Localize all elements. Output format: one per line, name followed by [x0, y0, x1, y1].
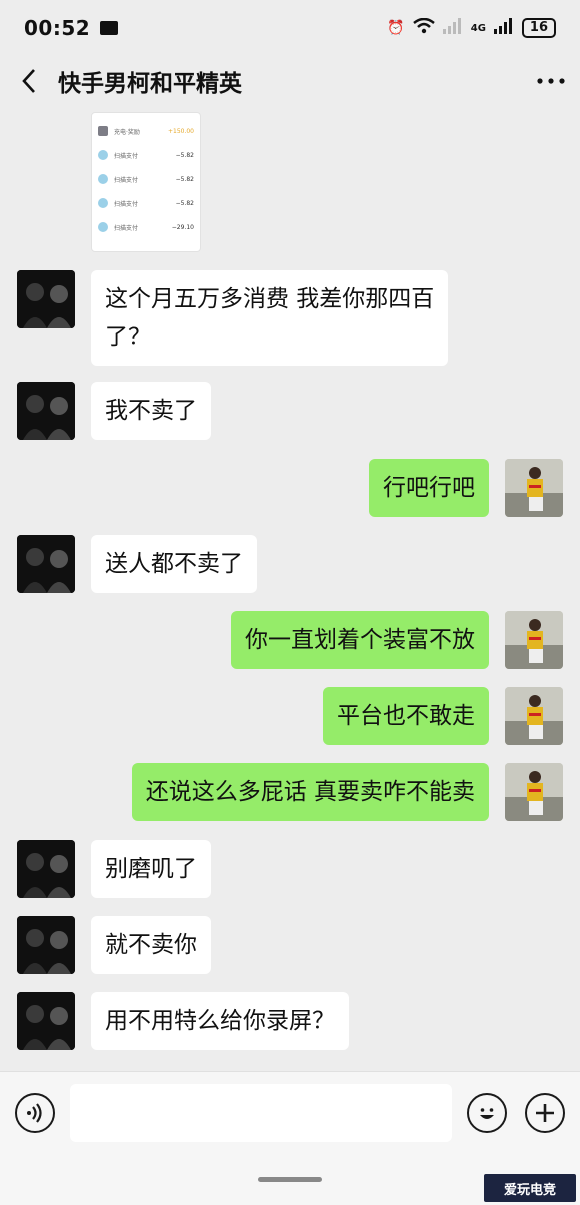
thumbnail-row-amount: +150.00	[167, 127, 194, 135]
message-bubble-received[interactable]: 就不卖你	[91, 916, 211, 974]
message-row: 送人都不卖了	[0, 535, 580, 593]
plus-icon	[536, 1104, 554, 1122]
thumbnail-row: 充电·奖励 +150.00	[98, 119, 194, 143]
thumbnail-row-label: 扫描支付	[114, 200, 139, 208]
payment-icon	[98, 222, 108, 232]
contact-avatar[interactable]	[17, 840, 75, 898]
payment-icon	[98, 198, 108, 208]
voice-icon	[27, 1103, 42, 1123]
message-bubble-received[interactable]: 这个月五万多消费 我差你那四百 了？	[91, 270, 449, 366]
chat-header: 快手男柯和平精英	[0, 56, 580, 106]
message-bubble-sent[interactable]: 行吧行吧	[369, 459, 489, 517]
message-row: 平台也不敢走	[0, 687, 580, 745]
payment-icon	[98, 150, 108, 160]
contact-avatar[interactable]	[17, 916, 75, 974]
thumbnail-row: 扫描支付 −29.10	[98, 215, 194, 239]
payment-icon	[98, 174, 108, 184]
message-bubble-received[interactable]: 送人都不卖了	[91, 535, 257, 593]
status-icons: ⏰ 4G 16	[387, 17, 556, 38]
contact-avatar[interactable]	[17, 270, 75, 328]
image-message-thumbnail[interactable]: 充电·奖励 +150.00 扫描支付 −5.82 扫描支付 −5.82 扫描支付…	[91, 112, 201, 252]
message-row: 用不用特么给你录屏？	[0, 992, 580, 1050]
thumbnail-row: 扫描支付 −5.82	[98, 167, 194, 191]
my-avatar[interactable]	[505, 611, 563, 669]
alarm-icon: ⏰	[387, 20, 405, 36]
thumbnail-row-amount: −5.82	[175, 199, 194, 207]
thumbnail-row-label: 扫描支付	[114, 176, 139, 184]
more-options-button[interactable]	[522, 56, 580, 106]
emoji-button[interactable]	[467, 1093, 507, 1133]
contact-avatar[interactable]	[17, 382, 75, 440]
message-row: 行吧行吧	[0, 459, 580, 517]
thumbnail-row: 扫描支付 −5.82	[98, 143, 194, 167]
message-bubble-received[interactable]: 我不卖了	[91, 382, 211, 440]
emoji-icon	[480, 1108, 494, 1119]
merchant-icon	[98, 126, 108, 136]
more-functions-button[interactable]	[525, 1093, 565, 1133]
chat-input-bar: 爱玩电竞	[0, 1071, 580, 1205]
thumbnail-row-amount: −29.10	[171, 223, 194, 231]
message-bubble-sent[interactable]: 还说这么多屁话 真要卖咋不能卖	[131, 763, 489, 821]
signal-icon-2	[493, 18, 514, 38]
wifi-icon	[412, 17, 435, 38]
my-avatar[interactable]	[505, 459, 563, 517]
contact-avatar[interactable]	[17, 992, 75, 1050]
message-bubble-received[interactable]: 别磨叽了	[91, 840, 211, 898]
message-input[interactable]	[70, 1084, 452, 1142]
message-row: 还说这么多屁话 真要卖咋不能卖	[0, 763, 580, 821]
message-row: 你一直划着个装富不放	[0, 611, 580, 669]
thumbnail-row-label: 扫描支付	[114, 224, 139, 232]
thumbnail-row-label: 充电·奖励	[114, 128, 140, 136]
thumbnail-row-label: 扫描支付	[114, 152, 139, 160]
my-avatar[interactable]	[505, 763, 563, 821]
voice-input-button[interactable]	[15, 1093, 55, 1133]
battery-indicator: 16	[521, 18, 556, 38]
network-type: 4G	[470, 22, 486, 34]
thumbnail-row-amount: −5.82	[175, 151, 194, 159]
back-button[interactable]	[0, 56, 58, 106]
message-row: 我不卖了	[0, 382, 580, 440]
message-row: 别磨叽了	[0, 840, 580, 898]
signal-icon-1	[442, 18, 463, 38]
status-bar: 00:52 ⏰ 4G 16	[0, 0, 580, 56]
message-bubble-sent[interactable]: 平台也不敢走	[323, 687, 489, 745]
thumbnail-row-amount: −5.82	[175, 175, 194, 183]
status-time: 00:52	[24, 16, 91, 40]
chevron-left-icon	[22, 69, 35, 93]
thumbnail-row: 扫描支付 −5.82	[98, 191, 194, 215]
message-bubble-received[interactable]: 用不用特么给你录屏？	[91, 992, 349, 1050]
notification-icon	[100, 21, 119, 35]
message-bubble-sent[interactable]: 你一直划着个装富不放	[231, 611, 489, 669]
chat-title: 快手男柯和平精英	[58, 71, 242, 97]
message-row: 就不卖你	[0, 916, 580, 974]
home-indicator[interactable]	[258, 1177, 322, 1182]
watermark-logo: 爱玩电竞	[484, 1174, 576, 1202]
more-dots-icon	[537, 78, 565, 84]
contact-avatar[interactable]	[17, 535, 75, 593]
message-row: 这个月五万多消费 我差你那四百 了？	[0, 270, 580, 366]
my-avatar[interactable]	[505, 687, 563, 745]
